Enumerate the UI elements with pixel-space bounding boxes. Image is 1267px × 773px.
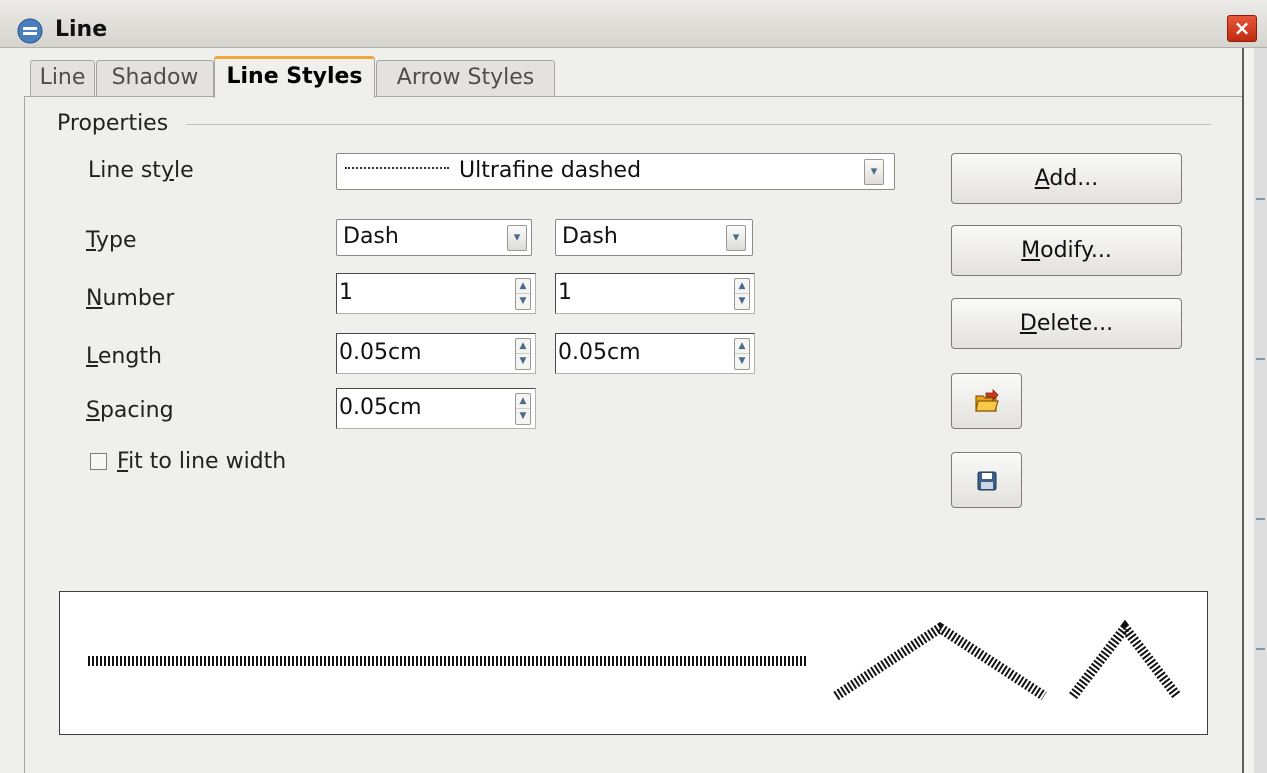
close-button[interactable]: × [1227, 15, 1257, 42]
spin-down-icon[interactable]: ▼ [516, 354, 530, 369]
tab-shadow[interactable]: Shadow [96, 60, 214, 96]
length-value-1: 0.05cm [339, 340, 422, 365]
delete-button[interactable]: Delete... [951, 298, 1182, 349]
spin-down-icon[interactable]: ▼ [735, 354, 749, 369]
save-line-styles-button[interactable] [951, 452, 1022, 508]
spacing-spinbox[interactable]: 0.05cm ▲ ▼ [336, 388, 536, 429]
spin-buttons[interactable]: ▲ ▼ [734, 338, 750, 370]
preview-drawing [88, 619, 1181, 701]
type-label: Type [86, 228, 137, 253]
length-spinbox-2[interactable]: 0.05cm ▲ ▼ [555, 333, 755, 374]
number-value-1: 1 [339, 280, 353, 305]
number-label: Number [86, 286, 175, 311]
line-style-select[interactable]: Ultrafine dashed ▾ [336, 153, 895, 190]
app-icon [17, 18, 43, 44]
type-select-2[interactable]: Dash ▾ [555, 219, 753, 256]
line-style-preview [59, 591, 1208, 735]
type-value-1: Dash [343, 224, 399, 249]
title-bar: Line × [0, 0, 1267, 48]
frame-divider [186, 124, 1211, 125]
type-value-2: Dash [562, 224, 618, 249]
close-icon: × [1233, 16, 1251, 40]
fit-to-line-width-checkbox[interactable] [90, 453, 107, 470]
open-folder-icon [975, 389, 999, 412]
tab-line[interactable]: Line [30, 60, 95, 96]
spin-buttons[interactable]: ▲ ▼ [515, 278, 531, 310]
spin-down-icon[interactable]: ▼ [516, 409, 530, 424]
type-select-1[interactable]: Dash ▾ [336, 219, 532, 256]
spin-up-icon[interactable]: ▲ [516, 339, 530, 354]
spin-up-icon[interactable]: ▲ [516, 279, 530, 294]
spin-buttons[interactable]: ▲ ▼ [515, 393, 531, 425]
number-value-2: 1 [558, 280, 572, 305]
window-title: Line [55, 17, 108, 42]
number-spinbox-1[interactable]: 1 ▲ ▼ [336, 273, 536, 314]
spin-down-icon[interactable]: ▼ [516, 294, 530, 309]
tab-line-styles[interactable]: Line Styles [214, 56, 375, 98]
chevron-down-icon[interactable]: ▾ [864, 159, 884, 185]
add-button[interactable]: Add... [951, 153, 1182, 204]
chevron-down-icon[interactable]: ▾ [726, 225, 746, 251]
dash-pattern-sample [345, 167, 449, 169]
line-style-value: Ultrafine dashed [459, 158, 642, 183]
spin-buttons[interactable]: ▲ ▼ [734, 278, 750, 310]
load-line-styles-button[interactable] [951, 373, 1022, 429]
length-value-2: 0.05cm [558, 340, 641, 365]
background-window-edge [1242, 48, 1267, 773]
spin-down-icon[interactable]: ▼ [735, 294, 749, 309]
spacing-label: Spacing [86, 398, 174, 423]
chevron-down-icon[interactable]: ▾ [507, 225, 527, 251]
length-label: Length [86, 344, 162, 369]
modify-button[interactable]: Modify... [951, 225, 1182, 276]
save-icon [977, 471, 997, 491]
fit-to-line-width-label[interactable]: Fit to line width [117, 449, 286, 474]
number-spinbox-2[interactable]: 1 ▲ ▼ [555, 273, 755, 314]
spin-up-icon[interactable]: ▲ [735, 279, 749, 294]
tab-arrow-styles[interactable]: Arrow Styles [376, 60, 555, 96]
line-style-label: Line style [88, 158, 194, 183]
spacing-value: 0.05cm [339, 395, 422, 420]
spin-up-icon[interactable]: ▲ [516, 394, 530, 409]
spin-up-icon[interactable]: ▲ [735, 339, 749, 354]
properties-frame-title: Properties [57, 111, 169, 136]
spin-buttons[interactable]: ▲ ▼ [515, 338, 531, 370]
length-spinbox-1[interactable]: 0.05cm ▲ ▼ [336, 333, 536, 374]
